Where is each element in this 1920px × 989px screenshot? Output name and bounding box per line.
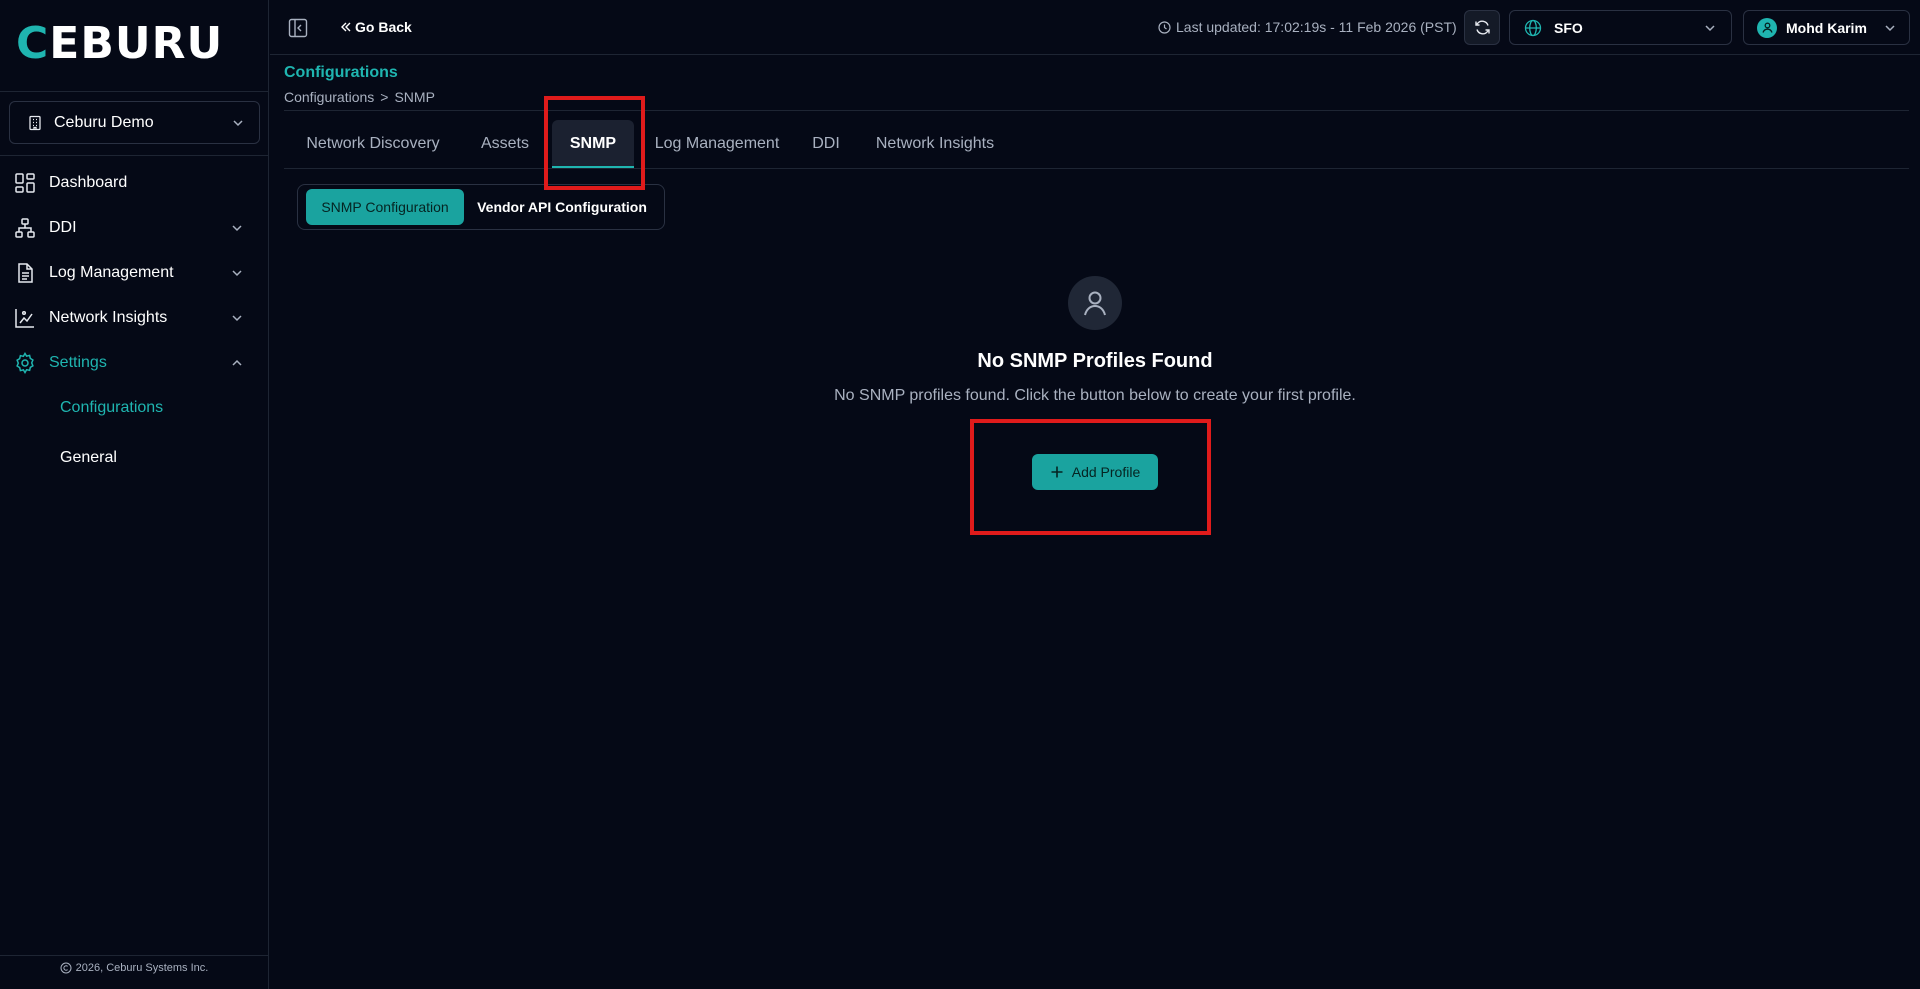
last-updated-text: Last updated: 17:02:19s - 11 Feb 2026 (P… xyxy=(1176,19,1457,35)
sidebar-item-label: Log Management xyxy=(49,264,174,281)
empty-state-title: No SNMP Profiles Found xyxy=(977,350,1213,372)
refresh-icon xyxy=(1474,20,1490,35)
user-menu[interactable]: Mohd Karim xyxy=(1743,10,1910,45)
ceburu-logo: CEBURU xyxy=(16,18,224,69)
divider xyxy=(284,168,1909,169)
chevron-down-icon xyxy=(232,270,242,277)
copyright-icon xyxy=(60,962,72,974)
tab-assets[interactable]: Assets xyxy=(465,120,545,168)
divider xyxy=(284,110,1909,111)
snmp-subtabs: SNMP Configuration Vendor API Configurat… xyxy=(297,184,665,230)
highlight-box-add-profile xyxy=(970,419,1211,535)
user-icon xyxy=(1084,291,1106,316)
file-text-icon xyxy=(18,263,33,283)
chevron-down-icon xyxy=(232,225,242,232)
chevron-down-icon xyxy=(232,315,242,322)
sidebar: CEBURU Ceburu Demo Dashboard DDI Log Man… xyxy=(0,0,269,989)
last-updated-status: Last updated: 17:02:19s - 11 Feb 2026 (P… xyxy=(1158,19,1457,35)
top-bar: Go Back Last updated: 17:02:19s - 11 Feb… xyxy=(270,0,1920,55)
sidebar-item-label: DDI xyxy=(49,219,77,236)
page-title: Configurations xyxy=(284,64,398,81)
sidebar-item-network-insights[interactable]: Network Insights xyxy=(0,298,268,338)
avatar xyxy=(1757,17,1777,38)
organization-selector[interactable]: Ceburu Demo xyxy=(9,101,260,144)
chart-icon xyxy=(15,309,34,328)
breadcrumb-separator: > xyxy=(380,89,389,105)
sidebar-item-dashboard[interactable]: Dashboard xyxy=(0,163,268,203)
sidebar-collapse-icon[interactable] xyxy=(288,18,308,38)
chevron-up-icon xyxy=(232,359,242,366)
clock-icon xyxy=(1158,20,1171,34)
refresh-button[interactable] xyxy=(1464,10,1500,45)
sidebar-item-label: Dashboard xyxy=(49,174,128,191)
tab-log-management[interactable]: Log Management xyxy=(642,120,792,168)
empty-state: No SNMP Profiles Found No SNMP profiles … xyxy=(820,276,1370,407)
divider xyxy=(0,91,268,92)
sidebar-item-log-management[interactable]: Log Management xyxy=(0,253,268,293)
sidebar-subitem-configurations[interactable]: Configurations xyxy=(60,393,163,423)
user-icon xyxy=(1761,22,1773,33)
site-value: SFO xyxy=(1554,19,1583,36)
user-name: Mohd Karim xyxy=(1786,19,1867,36)
go-back-label: Go Back xyxy=(355,19,412,35)
sidebar-item-ddi[interactable]: DDI xyxy=(0,208,268,248)
site-selector[interactable]: SFO xyxy=(1509,10,1732,45)
building-icon xyxy=(29,115,41,130)
subtab-snmp-configuration[interactable]: SNMP Configuration xyxy=(306,189,464,225)
chevron-down-icon xyxy=(233,119,243,126)
organization-name: Ceburu Demo xyxy=(54,113,154,131)
chevron-down-icon xyxy=(1885,24,1895,31)
empty-state-description: No SNMP profiles found. Click the button… xyxy=(834,387,1356,404)
tab-network-discovery[interactable]: Network Discovery xyxy=(284,120,462,168)
dashboard-icon xyxy=(15,173,35,193)
chevrons-left-icon xyxy=(341,22,351,32)
sidebar-item-label: Settings xyxy=(49,354,107,371)
tab-ddi[interactable]: DDI xyxy=(800,120,852,168)
globe-icon xyxy=(1524,19,1542,36)
app-root: CEBURU Ceburu Demo Dashboard DDI Log Man… xyxy=(0,0,1920,989)
divider xyxy=(0,955,268,956)
tab-network-insights[interactable]: Network Insights xyxy=(862,120,1008,168)
breadcrumb: Configurations > SNMP xyxy=(284,89,435,105)
empty-state-avatar xyxy=(1068,276,1122,330)
go-back-link[interactable]: Go Back xyxy=(340,17,412,37)
subtab-vendor-api-configuration[interactable]: Vendor API Configuration xyxy=(472,189,652,225)
sidebar-item-settings[interactable]: Settings xyxy=(0,343,268,383)
network-icon xyxy=(15,218,35,238)
breadcrumb-item: SNMP xyxy=(394,89,435,105)
sidebar-subitem-general[interactable]: General xyxy=(60,443,117,473)
footer-text: 2026, Ceburu Systems Inc. xyxy=(75,962,209,974)
copyright-footer: 2026, Ceburu Systems Inc. xyxy=(0,962,268,974)
divider xyxy=(0,155,268,156)
highlight-box-snmp-tab xyxy=(544,96,645,190)
gear-icon xyxy=(16,352,34,374)
sidebar-item-label: Network Insights xyxy=(49,309,168,326)
chevron-down-icon xyxy=(1705,24,1715,31)
breadcrumb-item[interactable]: Configurations xyxy=(284,89,374,105)
